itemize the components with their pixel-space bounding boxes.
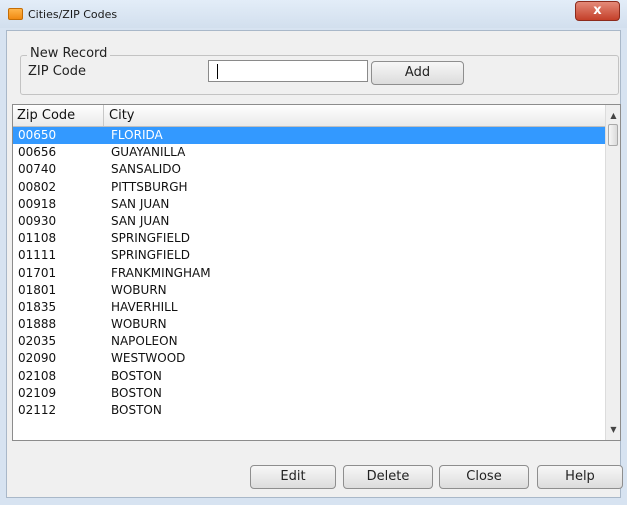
city-cell: FRANKMINGHAM [111, 265, 211, 280]
zip-cell: 01835 [18, 299, 57, 314]
zip-cell: 02035 [18, 334, 57, 349]
scroll-thumb[interactable] [608, 124, 618, 146]
close-icon: x [593, 3, 602, 18]
zip-cell: 00656 [18, 145, 57, 160]
city-cell: BOSTON [111, 368, 162, 383]
scroll-down-arrow-icon[interactable]: ▼ [606, 421, 620, 438]
city-cell: SAN JUAN [111, 213, 170, 228]
table-row[interactable]: 02035 NAPOLEON [13, 333, 605, 350]
table-row[interactable]: 00656 GUAYANILLA [13, 144, 605, 161]
city-cell: PITTSBURGH [111, 179, 188, 194]
vertical-scrollbar[interactable]: ▲ ▼ [605, 105, 620, 440]
city-cell: BOSTON [111, 403, 162, 417]
text-caret [217, 64, 218, 79]
zip-code-input[interactable] [208, 60, 368, 82]
zip-cell: 02109 [18, 385, 57, 400]
zip-cell: 02112 [18, 403, 57, 417]
table-row[interactable]: 01835 HAVERHILL [13, 299, 605, 316]
city-cell: SPRINGFIELD [111, 231, 190, 246]
table-row[interactable]: 01701 FRANKMINGHAM [13, 265, 605, 282]
city-cell: WOBURN [111, 282, 167, 297]
grid-rows: 00650 FLORIDA 00656 GUAYANILLA 00740 SANSALID… [13, 127, 605, 419]
zip-cell: 00918 [18, 196, 57, 211]
city-cell: WOBURN [111, 317, 167, 332]
city-cell: FLORIDA [111, 128, 163, 142]
cities-zip-window: Cities/ZIP Codes x New Record ZIP Code A… [0, 0, 627, 505]
zip-cell: 01701 [18, 265, 57, 280]
zip-cell: 02090 [18, 351, 57, 366]
table-row[interactable]: 00918 SAN JUAN [13, 196, 605, 213]
city-cell: NAPOLEON [111, 334, 178, 349]
folder-icon [8, 8, 23, 20]
zip-cell: 00930 [18, 213, 57, 228]
table-row[interactable]: 01801 WOBURN [13, 282, 605, 299]
add-button[interactable]: Add [371, 61, 464, 85]
new-record-title: New Record [27, 46, 111, 61]
city-cell: SPRINGFIELD [111, 248, 190, 263]
zip-cell: 02108 [18, 368, 57, 383]
zip-code-label: ZIP Code [28, 64, 86, 79]
zip-cell: 00740 [18, 162, 57, 177]
scroll-up-arrow-icon[interactable]: ▲ [606, 107, 620, 124]
column-header-zip[interactable]: Zip Code [13, 105, 104, 126]
title-bar[interactable]: Cities/ZIP Codes x [0, 0, 627, 28]
table-row[interactable]: 02112 BOSTON [13, 402, 605, 419]
table-row[interactable]: 00740 SANSALIDO [13, 161, 605, 178]
delete-button[interactable]: Delete [343, 465, 433, 489]
zip-cell: 01108 [18, 231, 57, 246]
zip-cell: 01888 [18, 317, 57, 332]
help-button[interactable]: Help [537, 465, 623, 489]
table-row[interactable]: 01111 SPRINGFIELD [13, 247, 605, 264]
zip-cell: 00802 [18, 179, 57, 194]
city-cell: WESTWOOD [111, 351, 186, 366]
table-row[interactable]: 02090 WESTWOOD [13, 350, 605, 367]
close-button[interactable]: Close [439, 465, 529, 489]
city-cell: BOSTON [111, 385, 162, 400]
table-row[interactable]: 00650 FLORIDA [13, 127, 605, 145]
edit-button[interactable]: Edit [250, 465, 336, 489]
table-row[interactable]: 00930 SAN JUAN [13, 213, 605, 230]
table-row[interactable]: 02109 BOSTON [13, 385, 605, 402]
table-row[interactable]: 02108 BOSTON [13, 368, 605, 385]
zip-cell: 01801 [18, 282, 57, 297]
city-cell: SAN JUAN [111, 196, 170, 211]
table-row[interactable]: 00802 PITTSBURGH [13, 179, 605, 196]
column-header-city[interactable]: City [104, 105, 309, 126]
grid-header: Zip Code City [13, 105, 605, 127]
table-row[interactable]: 01108 SPRINGFIELD [13, 230, 605, 247]
window-title: Cities/ZIP Codes [28, 8, 118, 21]
city-cell: HAVERHILL [111, 299, 178, 314]
close-window-button[interactable]: x [575, 1, 620, 21]
city-cell: SANSALIDO [111, 162, 181, 177]
zip-cell: 00650 [18, 128, 57, 142]
zip-city-grid[interactable]: Zip Code City 00650 FLORIDA 00656 GUAYANILL… [12, 104, 621, 441]
table-row[interactable]: 01888 WOBURN [13, 316, 605, 333]
zip-cell: 01111 [18, 248, 57, 263]
city-cell: GUAYANILLA [111, 145, 186, 160]
